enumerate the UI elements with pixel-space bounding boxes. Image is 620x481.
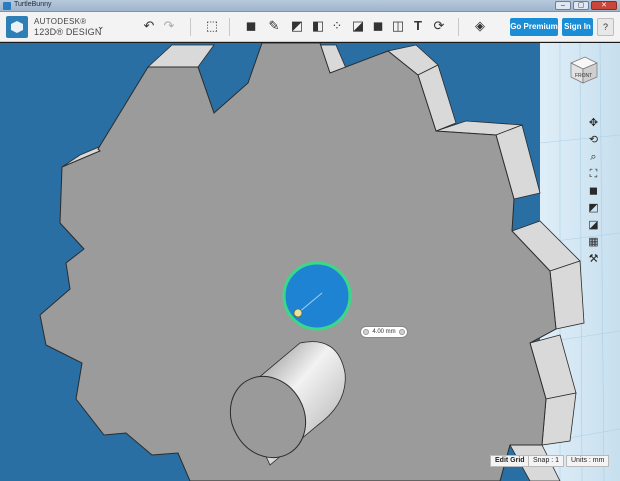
visibility-button[interactable]: ◪ [586,217,602,233]
pan-arrows-icon: ✥ [588,117,599,129]
solid-view-icon: ◼ [588,185,599,197]
sketch-icon: ✎ [268,18,280,33]
sign-in-button[interactable]: Sign In [562,18,593,36]
grid-icon: ▦ [588,236,599,248]
main-toolbar: AUTODESK® 123D® DESIGN ⌄ ↶ ↷ ⬚ ◼ ✎ ◩ ◧ ⁘… [0,12,620,42]
minimize-button[interactable]: – [555,1,571,10]
measure-icon: ◫ [391,18,405,33]
window-controls: – ▢ ✕ [555,1,617,10]
undo-arrow-icon: ↶ [143,18,155,33]
snap-tool-button[interactable]: ⟳ [431,18,447,34]
window-title-bar: TurtleBunny – ▢ ✕ [0,0,620,12]
go-premium-button[interactable]: Go Premium [510,18,558,36]
help-button[interactable]: ? [597,18,614,36]
orbit-button[interactable]: ⟲ [586,132,602,148]
dimension-value: 4.00 mm [372,329,396,335]
perspective-icon: ◩ [588,202,599,214]
scene-canvas[interactable] [0,43,620,481]
maximize-button[interactable]: ▢ [573,1,589,10]
window-title: TurtleBunny [14,1,52,8]
perspective-button[interactable]: ◩ [586,200,602,216]
toolbar-divider [458,18,459,36]
combine-icon: ◼ [372,18,384,33]
zoom-magnifier-icon: ⌕ [590,151,597,163]
toolbar-divider [229,18,230,36]
transform-icon: ⬚ [205,18,219,33]
pan-button[interactable]: ✥ [586,115,602,131]
snap-magnet-icon: ⟳ [433,18,445,33]
3d-viewport[interactable]: FRONT ✥ ⟲ ⌕ ⛶ ◼ ◩ ◪ ▦ ⚒ 4.00 mm Edit Gri… [0,43,620,481]
visibility-icon: ◪ [588,219,599,231]
material-cube-icon: ◈ [475,18,485,33]
sketch-tool-button[interactable]: ✎ [266,18,282,34]
toolbar-divider [190,18,191,36]
viewcube-face-label: FRONT [575,73,592,79]
grouping-icon: ◪ [351,18,365,33]
brand-line2: 123D® DESIGN [34,27,102,37]
navigation-bar: ✥ ⟲ ⌕ ⛶ ◼ ◩ ◪ ▦ ⚒ [583,115,604,297]
material-tool-button[interactable]: ◈ [472,18,488,34]
redo-button[interactable]: ↷ [161,18,177,34]
text-tool-button[interactable]: T [410,18,426,34]
dimension-right-handle-icon [399,329,405,335]
material-view-button[interactable]: ⚒ [586,251,602,267]
modify-icon: ◧ [311,18,325,33]
grouping-tool-button[interactable]: ◪ [350,18,366,34]
center-point-handle[interactable] [293,308,303,318]
material-brush-icon: ⚒ [588,253,599,265]
view-mode-button[interactable]: ◼ [586,183,602,199]
close-window-button[interactable]: ✕ [591,1,617,10]
brand-line1: AUTODESK® [34,17,87,26]
redo-arrow-icon: ↷ [163,18,175,33]
fit-button[interactable]: ⛶ [586,166,602,182]
undo-button[interactable]: ↶ [141,18,157,34]
pattern-tool-button[interactable]: ⁘ [329,18,345,34]
primitives-tool-button[interactable]: ◼ [243,18,259,34]
viewcube[interactable]: FRONT [565,53,601,87]
app-brand[interactable]: AUTODESK® 123D® DESIGN [34,17,102,37]
pattern-grid-icon: ⁘ [331,18,343,33]
combine-tool-button[interactable]: ◼ [370,18,386,34]
fit-view-icon: ⛶ [589,168,598,180]
text-tool-icon: T [414,18,422,33]
zoom-button[interactable]: ⌕ [586,149,602,165]
snap-setting-button[interactable]: Snap : 1 [528,455,565,467]
construct-tool-button[interactable]: ◩ [289,18,305,34]
construct-icon: ◩ [290,18,304,33]
units-setting-button[interactable]: Units : mm [566,455,610,467]
orbit-icon: ⟲ [588,134,599,146]
app-window-icon [3,2,11,10]
primitive-box-icon: ◼ [245,18,257,33]
edit-grid-button[interactable]: Edit Grid [490,455,530,467]
measure-tool-button[interactable]: ◫ [390,18,406,34]
grid-toggle-button[interactable]: ▦ [586,234,602,250]
transform-tool-button[interactable]: ⬚ [204,18,220,34]
dimension-left-handle-icon [363,329,369,335]
selected-hole[interactable] [282,261,352,331]
app-menu-chevron-down-icon[interactable]: ⌄ [97,21,105,32]
app-logo-icon[interactable] [6,16,28,38]
modify-tool-button[interactable]: ◧ [310,18,326,34]
dimension-input[interactable]: 4.00 mm [360,326,408,338]
